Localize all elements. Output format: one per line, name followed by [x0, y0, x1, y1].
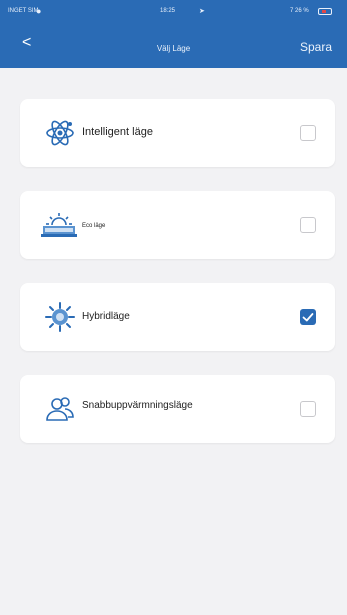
location-icon: ➤	[199, 8, 205, 15]
mode-option-hybrid[interactable]: Hybridläge	[20, 283, 335, 351]
save-button[interactable]: Spara	[300, 40, 332, 54]
mode-label: Hybridläge	[82, 311, 130, 322]
mode-label: Eco läge	[82, 223, 106, 229]
status-time: 18:25	[160, 8, 176, 14]
atom-icon	[44, 117, 76, 149]
carrier-text: INGET SIM	[8, 8, 39, 14]
mode-checkbox[interactable]	[300, 401, 316, 417]
page-title: Välj Läge	[156, 44, 191, 53]
mode-label: Snabbuppvärmningsläge	[82, 400, 193, 411]
wifi-icon: ●	[36, 6, 42, 16]
eco-sun-house-icon	[40, 209, 80, 241]
mode-option-intelligent[interactable]: Intelligent läge	[20, 99, 335, 167]
users-icon	[44, 393, 76, 425]
mode-option-rapid-heating[interactable]: Snabbuppvärmningsläge	[20, 375, 335, 443]
sun-gear-icon	[44, 301, 76, 333]
mode-checkbox[interactable]	[300, 217, 316, 233]
status-bar: INGET SIM ● 18:25 ➤ 7 26 %	[0, 6, 347, 18]
app-bar: INGET SIM ● 18:25 ➤ 7 26 % < Välj Läge S…	[0, 0, 347, 68]
battery-text: 7 26 %	[290, 8, 309, 14]
checkmark-icon	[302, 313, 314, 322]
mode-option-eco[interactable]: Eco läge	[20, 191, 335, 259]
mode-checkbox-checked[interactable]	[300, 309, 316, 325]
mode-label: Intelligent läge	[82, 126, 153, 138]
mode-checkbox[interactable]	[300, 125, 316, 141]
battery-icon	[318, 8, 332, 15]
